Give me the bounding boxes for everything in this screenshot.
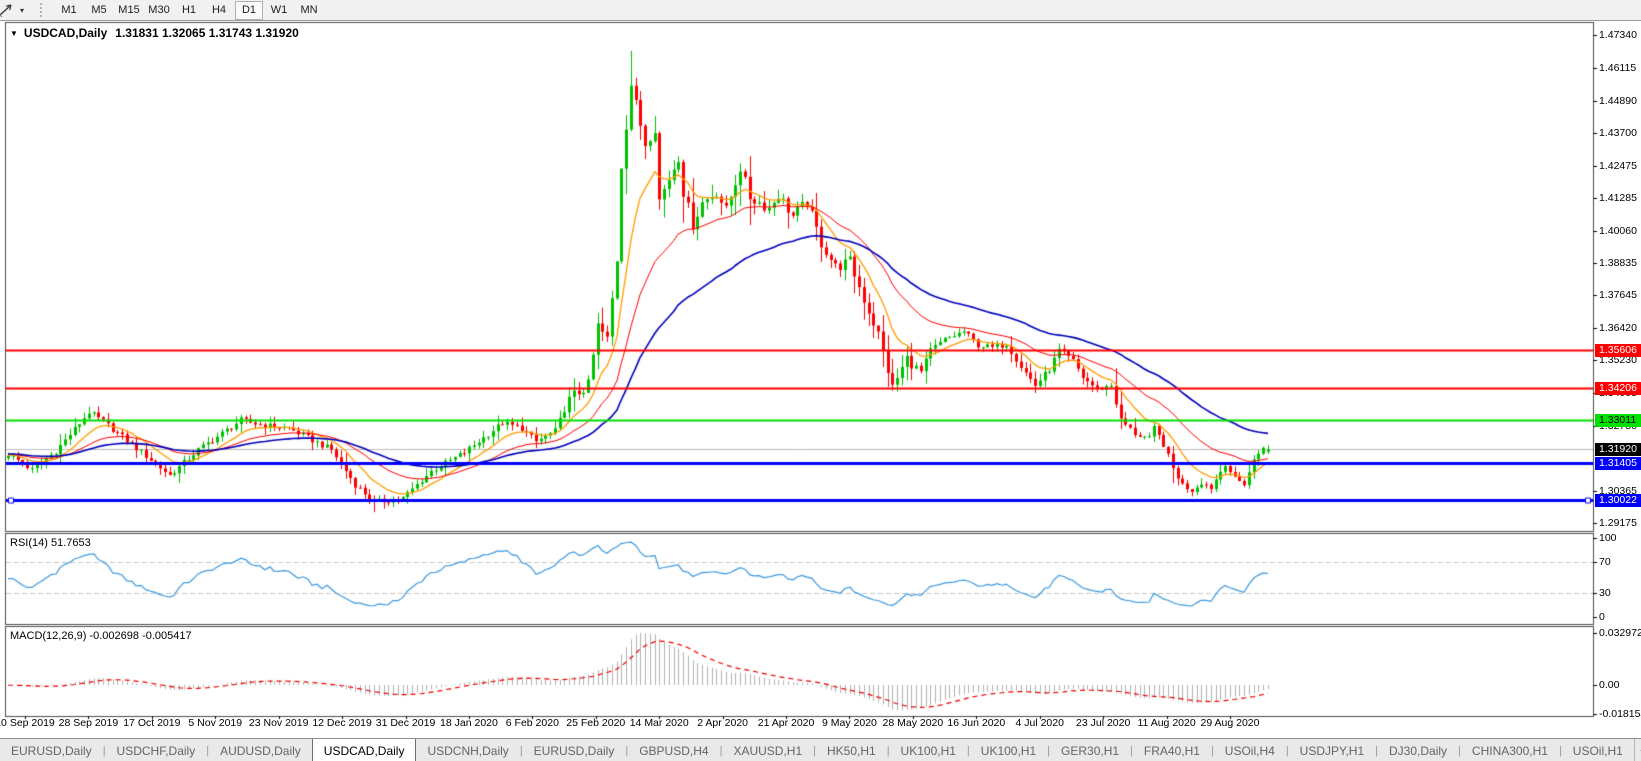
chart-tab-XAUUSD-H1[interactable]: XAUUSD,H1 <box>722 739 813 761</box>
date-axis-label: 21 Apr 2020 <box>757 717 815 729</box>
timeframe-button-H1[interactable]: H1 <box>175 1 203 20</box>
axis-tick-label: 1.43700 <box>1599 126 1637 139</box>
price-level-badge: 1.34206 <box>1595 381 1641 395</box>
axis-tick-label: 1.46115 <box>1599 61 1637 74</box>
timeframe-button-D1[interactable]: D1 <box>235 0 263 20</box>
chart-tab-CHINA300-H1[interactable]: CHINA300,H1 <box>1461 739 1559 761</box>
price-level-badge: 1.31405 <box>1595 456 1641 470</box>
price-chart-canvas[interactable] <box>0 0 1641 738</box>
axis-tick-label: 100 <box>1599 532 1617 544</box>
timeframe-toolbar: ▾ M1 M5 M15 M30 H1 H4 D1 W1 MN <box>0 0 1641 21</box>
date-axis-label: 14 Mar 2020 <box>629 717 689 729</box>
date-axis-label: 18 Jan 2020 <box>440 717 498 729</box>
date-axis-label: 6 Feb 2020 <box>505 717 559 729</box>
date-axis-label: 17 Oct 2019 <box>123 717 181 729</box>
date-axis-label: 28 May 2020 <box>882 717 944 729</box>
timeframe-button-M5[interactable]: M5 <box>85 1 113 20</box>
date-axis-label: 2 Apr 2020 <box>697 717 749 729</box>
chart-ohlc-values: 1.31831 1.32065 1.31743 1.31920 <box>115 26 299 40</box>
date-axis-label: 23 Jul 2020 <box>1076 717 1131 729</box>
chart-tab-UK100-H1[interactable]: UK100,H1 <box>970 739 1047 761</box>
chart-tab-bar: EURUSD,Daily | USDCHF,Daily | AUDUSD,Daily US… <box>0 738 1641 761</box>
trendline-tool-icon[interactable] <box>0 2 15 18</box>
chart-tab-HK50-H1[interactable]: HK50,H1 <box>816 739 887 761</box>
tab-scroll-controls: ◂ ▸ <box>1633 739 1641 761</box>
axis-tick-label: 1.36420 <box>1599 322 1637 335</box>
timeframe-button-W1[interactable]: W1 <box>265 1 293 20</box>
date-axis-label: 11 Aug 2020 <box>1137 717 1196 729</box>
date-axis-label: 29 Aug 2020 <box>1200 717 1260 729</box>
date-axis-label: 25 Feb 2020 <box>566 717 626 729</box>
date-axis-label: 12 Dec 2019 <box>312 717 372 729</box>
axis-tick-label: 1.29175 <box>1599 517 1637 529</box>
axis-tick-label: 0.032972 <box>1599 627 1641 639</box>
mt4-terminal-window: ▾ M1 M5 M15 M30 H1 H4 D1 W1 MN ▼ USDCAD,Daily 1.31… <box>0 0 1641 761</box>
rsi-indicator-label: RSI(14) 51.7653 <box>10 537 91 549</box>
axis-tick-label: 30 <box>1599 587 1611 600</box>
axis-tick-label: 1.40060 <box>1599 224 1637 237</box>
chart-tab-USOil-H1[interactable]: USOil,H1 <box>1562 739 1634 761</box>
date-axis-label: 16 Jun 2020 <box>947 717 1006 729</box>
price-level-badge: 1.30022 <box>1595 493 1641 507</box>
toolbar-grip-handle[interactable] <box>40 3 48 17</box>
chart-symbol-period: USDCAD,Daily <box>23 26 108 40</box>
axis-tick-label: -0.018154 <box>1599 707 1641 720</box>
chart-tab-USOil-H4[interactable]: USOil,H4 <box>1214 739 1286 761</box>
chart-title-bar: ▼ USDCAD,Daily 1.31831 1.32065 1.31743 1.3… <box>10 26 299 40</box>
axis-tick-label: 1.44890 <box>1599 94 1637 107</box>
price-level-badge: 1.35606 <box>1595 343 1641 357</box>
tool-dropdown-caret-icon[interactable]: ▾ <box>20 6 32 15</box>
date-axis-label: 31 Dec 2019 <box>375 717 436 729</box>
date-axis-label: 28 Sep 2019 <box>58 717 119 729</box>
chart-tab-AUDUSD-Daily[interactable]: AUDUSD,Daily <box>209 739 312 761</box>
chart-tab-USDCNH-Daily[interactable]: USDCNH,Daily <box>416 739 519 761</box>
chart-tab-EURUSD-Daily[interactable]: EURUSD,Daily <box>0 739 103 761</box>
chart-tab-USDCAD-Daily[interactable]: USDCAD,Daily <box>311 739 417 761</box>
date-axis-label: 23 Nov 2019 <box>248 717 309 729</box>
chart-tab-USDCHF-Daily[interactable]: USDCHF,Daily <box>106 739 207 761</box>
chart-tab-UK100-H1[interactable]: UK100,H1 <box>890 739 967 761</box>
chart-tab-DJ30-Daily[interactable]: DJ30,Daily <box>1378 739 1458 761</box>
axis-tick-label: 1.41285 <box>1599 191 1637 204</box>
axis-tick-label: 0 <box>1599 611 1605 623</box>
axis-tick-label: 0.00 <box>1599 679 1620 691</box>
price-level-badge: 1.33011 <box>1595 413 1641 427</box>
chart-tabs: EURUSD,Daily | USDCHF,Daily | AUDUSD,Daily US… <box>0 739 1634 761</box>
axis-tick-label: 1.47340 <box>1599 29 1637 41</box>
chart-tab-USDJPY-H1[interactable]: USDJPY,H1 <box>1289 739 1375 761</box>
axis-tick-label: 1.42475 <box>1599 159 1637 172</box>
timeframe-button-M15[interactable]: M15 <box>115 1 143 20</box>
timeframe-button-H4[interactable]: H4 <box>205 1 233 20</box>
macd-indicator-label: MACD(12,26,9) -0.002698 -0.005417 <box>10 630 192 642</box>
axis-tick-label: 70 <box>1599 555 1611 568</box>
timeframe-buttons: M1 M5 M15 M30 H1 H4 D1 W1 MN <box>54 0 324 20</box>
timeframe-button-M1[interactable]: M1 <box>55 1 83 20</box>
chart-tab-GER30-H1[interactable]: GER30,H1 <box>1050 739 1130 761</box>
timeframe-button-MN[interactable]: MN <box>295 1 323 20</box>
timeframe-button-M30[interactable]: M30 <box>145 1 173 20</box>
chart-tab-FRA40-H1[interactable]: FRA40,H1 <box>1133 739 1211 761</box>
current-price-badge: 1.31920 <box>1595 442 1641 456</box>
date-axis-label: 4 Jul 2020 <box>1015 717 1064 729</box>
date-axis-label: 10 Sep 2019 <box>0 717 55 729</box>
axis-tick-label: 1.38835 <box>1599 257 1637 270</box>
chart-tab-GBPUSD-H4[interactable]: GBPUSD,H4 <box>628 739 719 761</box>
symbol-dropdown-icon[interactable]: ▼ <box>10 29 18 38</box>
chart-tab-EURUSD-Daily[interactable]: EURUSD,Daily <box>523 739 626 761</box>
axis-tick-label: 1.37645 <box>1599 289 1637 302</box>
date-axis-label: 5 Nov 2019 <box>188 717 243 729</box>
date-axis-label: 9 May 2020 <box>822 717 877 729</box>
